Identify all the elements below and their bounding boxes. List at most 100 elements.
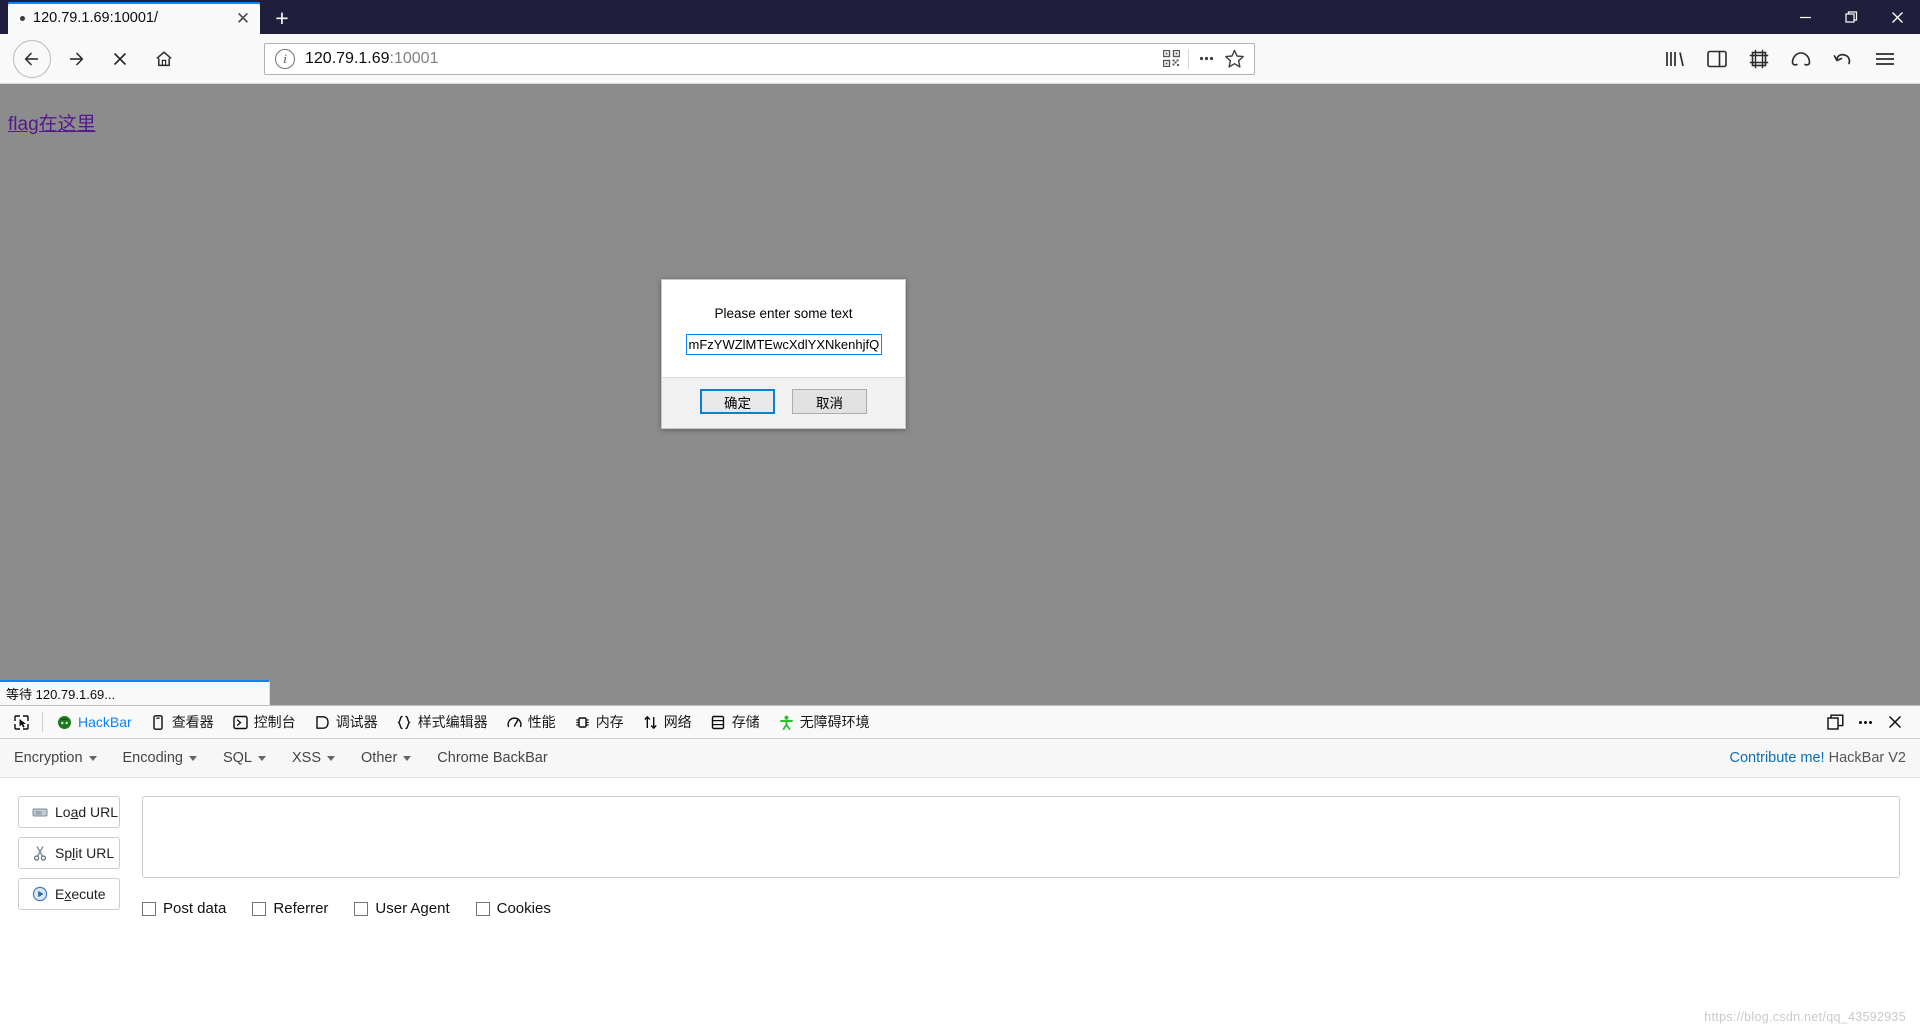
devtools-more-icon[interactable] <box>1850 707 1880 737</box>
devtools-tab-accessibility[interactable]: 无障碍环境 <box>769 707 879 738</box>
execute-label: Execute <box>55 886 106 902</box>
prompt-dialog-body: Please enter some text <box>662 280 905 377</box>
split-url-label: Split URL <box>55 845 115 861</box>
tab-title: 120.79.1.69:10001/ <box>33 10 158 26</box>
chevron-down-icon <box>188 755 197 761</box>
devtools-tab-label: 存储 <box>731 714 760 730</box>
hackbar-menu-encryption[interactable]: Encryption <box>14 750 97 766</box>
hackbar-menu-encoding[interactable]: Encoding <box>123 750 197 766</box>
url-host: 120.79.1.69 <box>305 49 390 67</box>
devtools-tab-console[interactable]: 控制台 <box>223 707 305 738</box>
split-url-button[interactable]: Split URL <box>18 837 120 869</box>
page-actions-more-icon[interactable] <box>1192 45 1220 73</box>
devtools-divider <box>42 712 43 732</box>
dock-window-icon[interactable] <box>1820 707 1850 737</box>
maximize-restore-button[interactable] <box>1828 0 1874 34</box>
site-info-icon[interactable]: i <box>275 48 295 69</box>
execute-button[interactable]: Execute <box>18 878 120 910</box>
devtools-close-icon[interactable] <box>1880 707 1910 737</box>
checkbox-label: Post data <box>163 900 227 917</box>
contribute-link[interactable]: Contribute me! <box>1729 750 1824 766</box>
devtools-tab-label: 样式编辑器 <box>417 714 488 730</box>
checkbox-label: Referrer <box>273 900 329 917</box>
devtools-tab-label: 无障碍环境 <box>799 714 870 730</box>
hackbar-menu-chrome-backbar[interactable]: Chrome BackBar <box>437 750 547 766</box>
hackbar-menu-sql[interactable]: SQL <box>223 750 266 766</box>
devtools-tab-performance[interactable]: 性能 <box>497 707 565 738</box>
execute-icon <box>32 886 48 902</box>
hackbar-version-label: HackBar V2 <box>1828 750 1906 766</box>
hackbar-action-buttons: Load URL Split URL Execute <box>18 796 120 1029</box>
storage-icon <box>710 714 727 731</box>
undo-arrow-icon[interactable] <box>1824 40 1862 78</box>
checkbox-box[interactable] <box>475 901 490 916</box>
prompt-dialog: Please enter some text 确定 取消 <box>661 279 906 429</box>
hackbar-menu-xss[interactable]: XSS <box>292 750 336 766</box>
devtools-tab-label: 网络 <box>663 714 692 730</box>
hackbar-input-pane: Post data Referrer User Agent Cookies <box>142 796 1900 1029</box>
container-tabs-icon[interactable] <box>1782 40 1820 78</box>
devtools-controls <box>1820 707 1916 737</box>
checkbox-user-agent[interactable]: User Agent <box>354 900 450 917</box>
close-window-button[interactable] <box>1874 0 1920 34</box>
devtools-tab-style-editor[interactable]: 样式编辑器 <box>387 707 497 738</box>
checkbox-box[interactable] <box>142 901 156 916</box>
minimize-button[interactable] <box>1782 0 1828 34</box>
sidebar-icon[interactable] <box>1698 40 1736 78</box>
home-button-icon[interactable] <box>145 40 183 78</box>
hackbar-version-area: Contribute me! HackBar V2 <box>1729 750 1906 766</box>
devtools-tab-label: 性能 <box>527 714 556 730</box>
checkbox-box[interactable] <box>252 901 267 916</box>
stop-loading-icon[interactable] <box>101 40 139 78</box>
prompt-input[interactable] <box>685 334 882 355</box>
screenshot-icon[interactable] <box>1740 40 1778 78</box>
devtools-tab-memory[interactable]: 内存 <box>565 707 633 738</box>
devtools-tab-strip: HackBar 查看器 控制台 调试器 样式编辑器 性能 内存 网络 存储 无障… <box>0 706 1920 739</box>
back-button-icon[interactable] <box>13 39 51 78</box>
chevron-down-icon <box>88 755 97 761</box>
hackbar-menu-other[interactable]: Other <box>361 750 412 766</box>
devtools-tab-label: 控制台 <box>253 714 296 730</box>
devtools-tab-inspector[interactable]: 查看器 <box>141 707 223 738</box>
debugger-icon <box>314 714 331 731</box>
prompt-cancel-button[interactable]: 取消 <box>792 389 867 414</box>
checkbox-label: Cookies <box>496 900 551 917</box>
element-picker-icon[interactable] <box>4 707 38 738</box>
devtools-tab-label: HackBar <box>78 714 132 730</box>
new-tab-button[interactable]: + <box>264 2 300 34</box>
hackbar-icon <box>56 714 73 731</box>
split-url-icon <box>32 845 48 861</box>
checkbox-box[interactable] <box>354 901 369 916</box>
tab-close-icon[interactable]: ✕ <box>232 7 254 29</box>
checkbox-cookies[interactable]: Cookies <box>475 900 551 917</box>
hackbar-menu-label: Chrome BackBar <box>437 750 548 766</box>
url-port: :10001 <box>389 49 439 67</box>
devtools-tab-storage[interactable]: 存储 <box>701 707 769 738</box>
accessibility-icon <box>778 714 795 731</box>
qr-code-icon[interactable] <box>1157 45 1185 73</box>
library-icon[interactable] <box>1656 40 1694 78</box>
bookmark-star-icon[interactable] <box>1220 45 1248 73</box>
browser-toolbar-right <box>1654 40 1910 78</box>
address-bar[interactable]: i 120.79.1.69:10001 <box>264 42 1255 75</box>
prompt-ok-button[interactable]: 确定 <box>700 389 775 414</box>
hamburger-menu-icon[interactable] <box>1866 40 1904 78</box>
hackbar-menu-label: XSS <box>292 750 322 766</box>
url-textarea[interactable] <box>142 796 1900 878</box>
devtools-tab-hackbar[interactable]: HackBar <box>47 707 141 738</box>
checkbox-post-data[interactable]: Post data <box>142 900 226 917</box>
browser-tab[interactable]: 120.79.1.69:10001/ ✕ <box>8 2 260 34</box>
devtools-tab-network[interactable]: 网络 <box>633 707 701 738</box>
forward-button-icon[interactable] <box>57 40 95 78</box>
flag-link[interactable]: flag在这里 <box>8 109 96 136</box>
hackbar-menu-label: Encoding <box>122 750 183 766</box>
urlbar-divider <box>1188 48 1189 69</box>
checkbox-referrer[interactable]: Referrer <box>252 900 328 917</box>
devtools-tab-debugger[interactable]: 调试器 <box>305 707 387 738</box>
hackbar-body: Load URL Split URL Execute Post data Ref… <box>0 778 1920 1029</box>
hackbar-menu-label: SQL <box>222 750 252 766</box>
load-url-button[interactable]: Load URL <box>18 796 120 828</box>
browser-nav-toolbar: i 120.79.1.69:10001 <box>0 34 1920 84</box>
hackbar-content: Load URL Split URL Execute Post data Ref… <box>0 778 1920 1029</box>
hackbar-menu-bar: Encryption Encoding SQL XSS Other Chrome… <box>0 739 1920 778</box>
